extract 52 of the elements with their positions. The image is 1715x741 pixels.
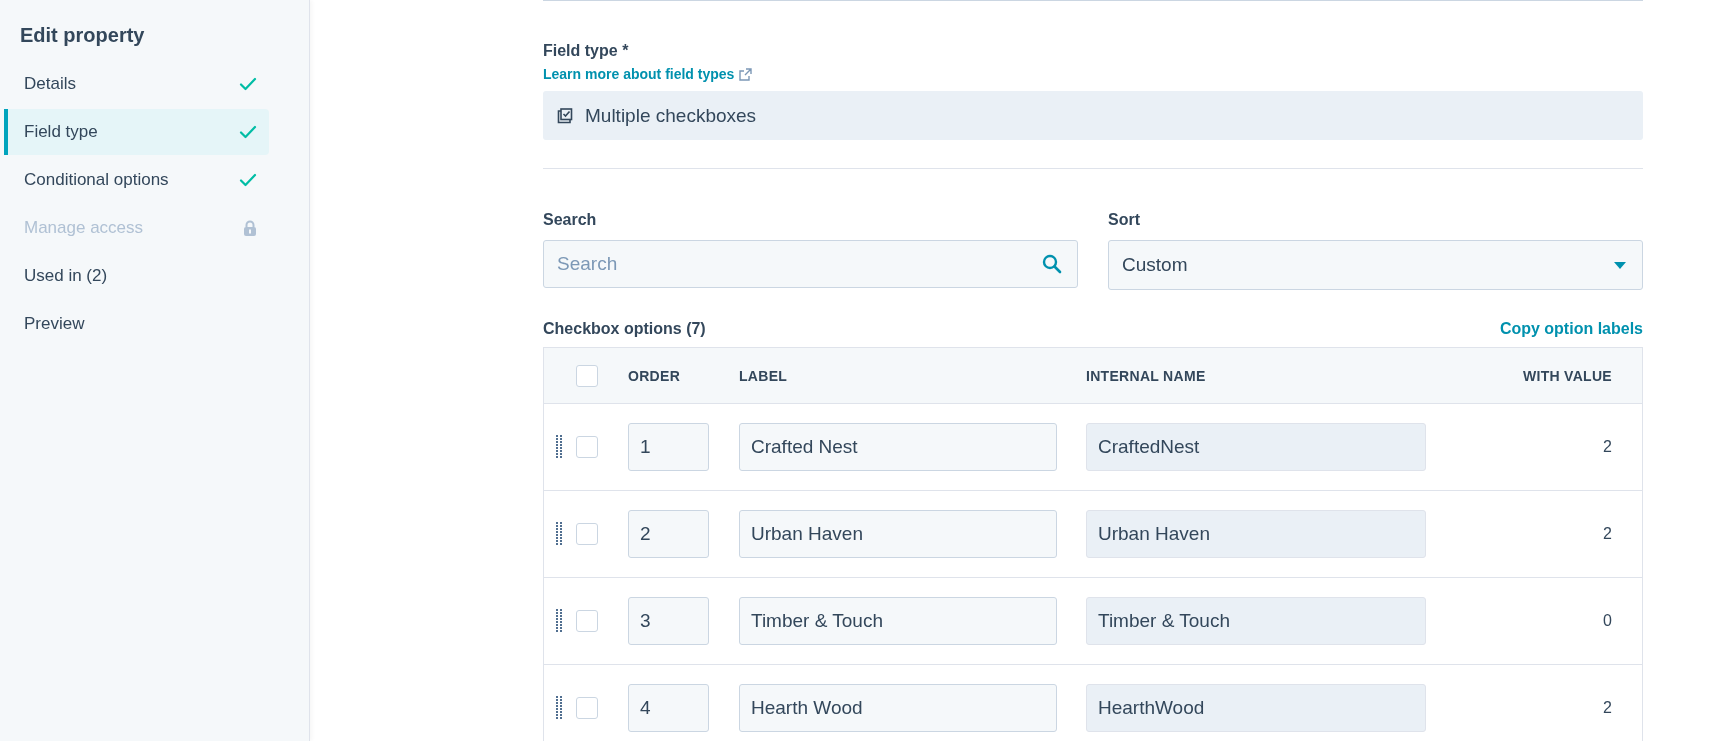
- column-header: INTERNAL NAME: [1086, 367, 1207, 384]
- sidebar-title: Edit property: [19, 24, 146, 48]
- value-count: 0: [1602, 612, 1613, 630]
- row-checkbox[interactable]: [576, 523, 598, 545]
- learn-more-link[interactable]: Learn more about field types: [543, 66, 753, 82]
- label-field[interactable]: Urban Haven: [739, 510, 1057, 558]
- sidebar-item[interactable]: Preview: [4, 301, 269, 347]
- internal-name-field: Timber & Touch: [1086, 597, 1426, 645]
- sort-dropdown[interactable]: Custom: [1108, 240, 1643, 290]
- value-count: 2: [1602, 525, 1613, 543]
- internal-name-field: HearthWood: [1086, 684, 1426, 732]
- value-count: 2: [1602, 438, 1613, 456]
- external-link-icon: [739, 67, 753, 81]
- row-checkbox[interactable]: [576, 697, 598, 719]
- order-field[interactable]: 4: [628, 684, 709, 732]
- select-all-checkbox[interactable]: [576, 364, 598, 387]
- checkbox-icon: [557, 107, 573, 124]
- sort-label: Sort: [1108, 211, 1141, 229]
- label-field[interactable]: Hearth Wood: [739, 684, 1057, 732]
- lock-icon: [243, 220, 257, 236]
- column-header: LABEL: [739, 367, 789, 384]
- order-field[interactable]: 2: [628, 510, 709, 558]
- drag-handle-icon[interactable]: [556, 609, 562, 633]
- drag-handle-icon[interactable]: [556, 522, 562, 546]
- copy-labels-link[interactable]: Copy option labels: [1499, 320, 1643, 338]
- checkmark-icon: [239, 173, 257, 187]
- sidebar-item[interactable]: Conditional options: [4, 157, 269, 203]
- label-field[interactable]: Timber & Touch: [739, 597, 1057, 645]
- sidebar-item[interactable]: Details: [4, 61, 269, 107]
- drag-handle-icon[interactable]: [556, 696, 562, 720]
- label-field[interactable]: Crafted Nest: [739, 423, 1057, 471]
- search-label: Search: [543, 211, 598, 229]
- sidebar-item[interactable]: Used in (2): [4, 253, 269, 299]
- caret-icon: [1614, 261, 1626, 269]
- internal-name-field: CraftedNest: [1086, 423, 1426, 471]
- value-count: 2: [1602, 699, 1613, 717]
- checkmark-icon: [239, 125, 257, 139]
- field-label: Field type *: [543, 42, 630, 60]
- search-field[interactable]: Search: [543, 240, 1078, 288]
- options-title: Checkbox options (7): [543, 320, 706, 338]
- field-type-select[interactable]: Multiple checkboxes: [543, 91, 1643, 140]
- row-checkbox[interactable]: [576, 610, 598, 632]
- search-icon: [1042, 254, 1062, 274]
- checkmark-icon: [239, 77, 257, 91]
- internal-name-field: Urban Haven: [1086, 510, 1426, 558]
- drag-handle-icon[interactable]: [556, 435, 562, 459]
- order-field[interactable]: 3: [628, 597, 709, 645]
- sidebar-item[interactable]: Field type: [4, 109, 269, 155]
- column-header: WITH VALUE: [1521, 367, 1613, 384]
- order-field[interactable]: 1: [628, 423, 709, 471]
- row-checkbox[interactable]: [576, 436, 598, 458]
- column-header: ORDER: [628, 367, 682, 384]
